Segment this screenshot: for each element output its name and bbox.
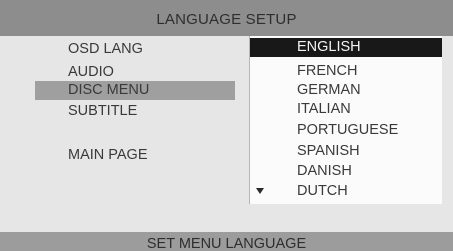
language-label: ENGLISH xyxy=(297,39,361,55)
menu-item-osd-lang[interactable]: OSD LANG xyxy=(68,40,143,59)
menu-item-subtitle[interactable]: SUBTITLE xyxy=(68,102,137,121)
language-option-portuguese[interactable]: PORTUGUESE xyxy=(250,121,442,140)
language-option-danish[interactable]: DANISH xyxy=(250,162,442,181)
page-title: LANGUAGE SETUP xyxy=(156,11,297,28)
menu-item-main-page[interactable]: MAIN PAGE xyxy=(68,146,148,165)
language-option-dutch[interactable]: DUTCH xyxy=(250,182,442,201)
language-option-english[interactable]: ENGLISH xyxy=(250,38,442,57)
menu-item-audio[interactable]: AUDIO xyxy=(68,63,114,82)
hint-text: SET MENU LANGUAGE xyxy=(146,236,307,251)
language-label: PORTUGUESE xyxy=(297,122,399,138)
language-label: DUTCH xyxy=(297,183,348,199)
language-option-german[interactable]: GERMAN xyxy=(250,81,442,100)
language-label: GERMAN xyxy=(297,82,361,98)
title-bar: LANGUAGE SETUP xyxy=(0,0,453,36)
down-arrow-icon xyxy=(256,188,264,194)
setup-panel: OSD LANG AUDIO DISC MENU SUBTITLE MAIN P… xyxy=(0,36,453,232)
menu-item-disc-menu[interactable]: DISC MENU xyxy=(35,81,235,100)
language-option-french[interactable]: FRENCH xyxy=(250,62,442,81)
language-option-spanish[interactable]: SPANISH xyxy=(250,142,442,161)
language-label: ITALIAN xyxy=(297,101,351,117)
language-option-italian[interactable]: ITALIAN xyxy=(250,100,442,119)
language-label: SPANISH xyxy=(297,143,360,159)
language-list: ENGLISH FRENCH GERMAN ITALIAN PORTUGUESE… xyxy=(249,36,442,204)
language-label: FRENCH xyxy=(297,63,358,79)
hint-bar: SET MENU LANGUAGE xyxy=(0,232,453,251)
language-label: DANISH xyxy=(297,163,352,179)
